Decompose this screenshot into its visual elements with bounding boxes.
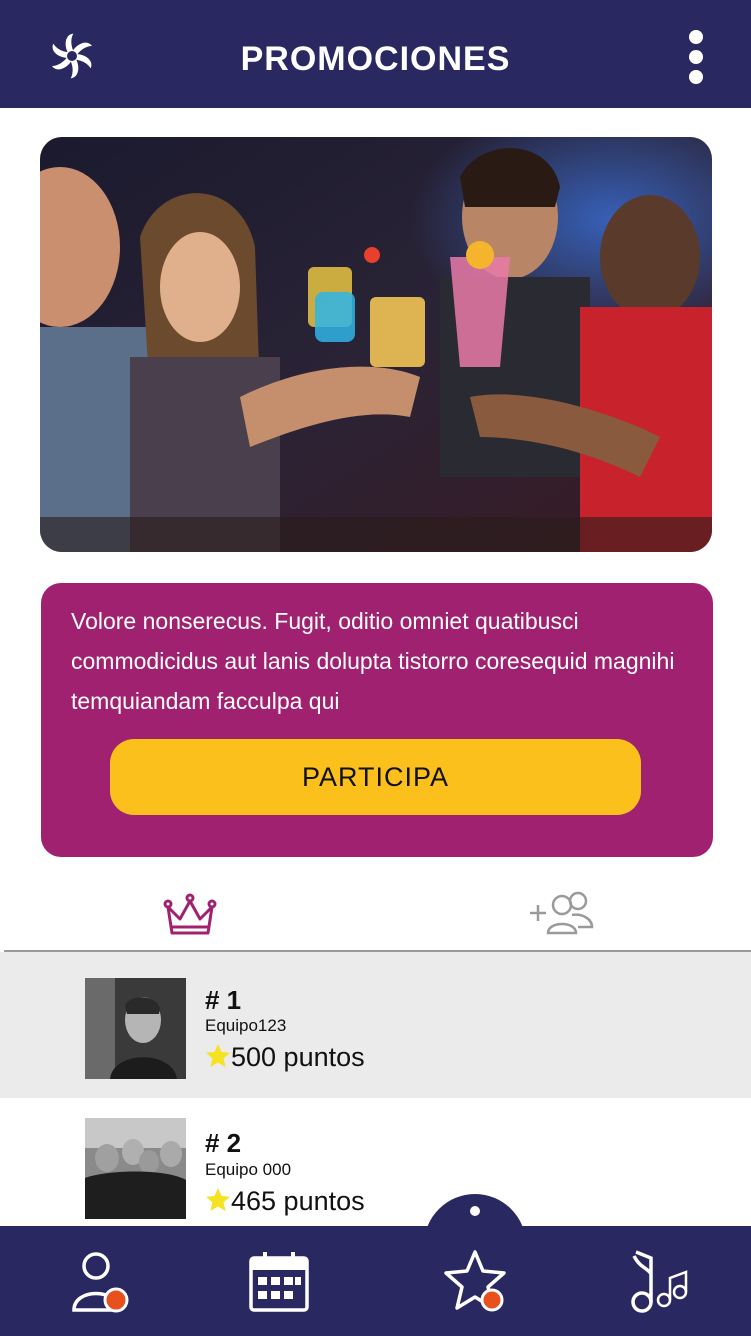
points-value: 500 puntos bbox=[231, 1042, 365, 1072]
nav-promotions[interactable] bbox=[442, 1248, 508, 1314]
team-avatar bbox=[85, 978, 186, 1079]
team-name: Equipo123 bbox=[205, 1016, 287, 1035]
crown-icon bbox=[163, 893, 217, 935]
promo-hero-image bbox=[40, 137, 712, 552]
nav-profile[interactable] bbox=[66, 1248, 132, 1314]
rank-position: # 1 bbox=[205, 985, 242, 1015]
team-points: 465 puntos bbox=[205, 1186, 365, 1217]
promo-description: Volore nonserecus. Fugit, oditio omniet … bbox=[71, 608, 675, 714]
team-avatar bbox=[85, 1118, 186, 1219]
team-points: 500 puntos bbox=[205, 1042, 365, 1073]
participate-button[interactable]: PARTICIPA bbox=[110, 739, 641, 815]
profile-icon bbox=[72, 1252, 129, 1313]
app-header: PROMOCIONES bbox=[0, 0, 751, 108]
add-friends-icon bbox=[530, 891, 594, 935]
bottom-navigation bbox=[0, 1194, 751, 1336]
points-value: 465 puntos bbox=[231, 1186, 365, 1216]
rank-position: # 2 bbox=[205, 1128, 242, 1158]
tab-add-friends[interactable] bbox=[520, 885, 600, 945]
star-icon bbox=[206, 1044, 230, 1067]
page-title: PROMOCIONES bbox=[240, 40, 511, 78]
nav-calendar[interactable] bbox=[246, 1248, 312, 1314]
star-icon bbox=[444, 1250, 506, 1312]
ranking-row[interactable]: # 1 Equipo123 500 puntos bbox=[0, 952, 751, 1098]
music-icon bbox=[631, 1250, 688, 1313]
calendar-icon bbox=[249, 1252, 309, 1312]
ranking-tabs bbox=[0, 875, 751, 952]
tab-ranking[interactable] bbox=[150, 885, 230, 945]
kebab-menu-icon[interactable] bbox=[681, 30, 711, 84]
promo-card: Volore nonserecus. Fugit, oditio omniet … bbox=[41, 583, 713, 857]
team-name: Equipo 000 bbox=[205, 1160, 292, 1179]
nav-music[interactable] bbox=[626, 1248, 692, 1314]
star-icon bbox=[206, 1188, 230, 1211]
